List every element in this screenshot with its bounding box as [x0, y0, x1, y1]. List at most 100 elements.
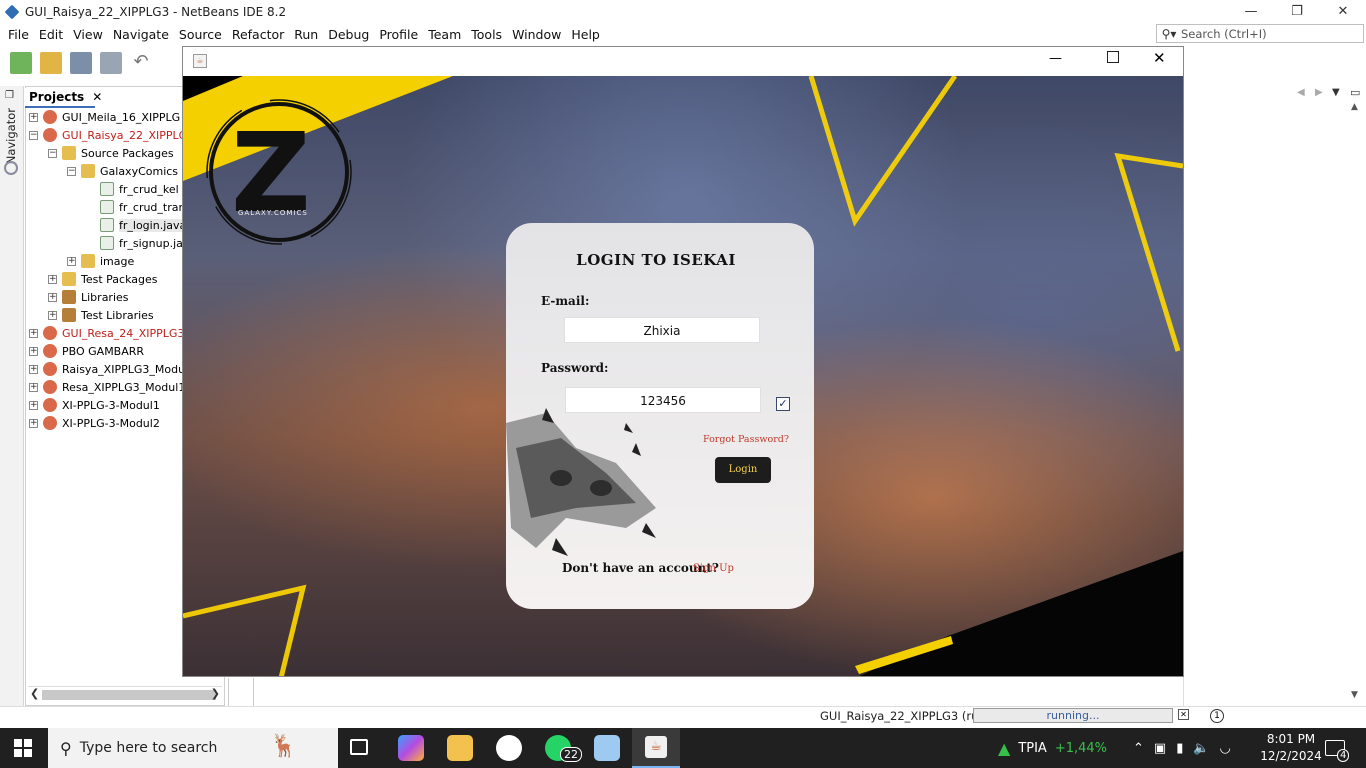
vscroll-up-icon[interactable]: ▲	[1351, 102, 1358, 112]
login-maximize-button[interactable]	[1107, 51, 1119, 63]
wifi-icon[interactable]: ◡	[1220, 741, 1231, 756]
meet-now-icon[interactable]: ▣	[1154, 741, 1166, 756]
menu-team[interactable]: Team	[423, 27, 466, 42]
menu-profile[interactable]: Profile	[374, 27, 423, 42]
navigator-tab[interactable]: Navigator	[4, 108, 18, 164]
tree-item[interactable]: − GUI_Raisya_22_XIPPLG	[29, 126, 187, 144]
tree-item[interactable]: − Source Packages	[48, 144, 174, 162]
task-view-icon[interactable]	[350, 739, 368, 755]
tree-item[interactable]: + Raisya_XIPPLG3_Modul	[29, 360, 188, 378]
menu-debug[interactable]: Debug	[323, 27, 374, 42]
taskbar-search-input[interactable]: ⚲ Type here to search 🦌	[48, 728, 338, 768]
tree-item[interactable]: + image	[67, 252, 134, 270]
whatsapp-icon[interactable]	[496, 735, 522, 761]
expand-toggle-icon[interactable]: +	[48, 274, 57, 284]
login-close-button[interactable]: ✕	[1153, 49, 1166, 67]
tree-item[interactable]: − GalaxyComics	[67, 162, 178, 180]
signup-link[interactable]: Sign Up	[693, 563, 734, 574]
menu-view[interactable]: View	[68, 27, 108, 42]
email-field[interactable]: Zhixia	[564, 317, 760, 343]
tab-scroll-left-icon[interactable]: ◀	[1297, 87, 1305, 98]
expand-toggle-icon[interactable]: +	[48, 310, 57, 320]
restore-window-icon[interactable]: ❐	[5, 90, 14, 101]
scroll-left-icon[interactable]: ❮	[30, 687, 39, 700]
expand-toggle-icon[interactable]: +	[67, 256, 76, 266]
ide-restore-button[interactable]: ❐	[1274, 0, 1320, 23]
tree-item[interactable]: + GUI_Resa_24_XIPPLG3	[29, 324, 184, 342]
login-button[interactable]: Login	[715, 457, 771, 483]
menu-window[interactable]: Window	[507, 27, 566, 42]
scroll-right-icon[interactable]: ❯	[211, 687, 220, 700]
menu-file[interactable]: File	[3, 27, 34, 42]
tab-scroll-right-icon[interactable]: ▶	[1315, 87, 1323, 98]
menu-help[interactable]: Help	[566, 27, 605, 42]
tree-item-label: fr_login.java	[119, 218, 187, 232]
forgot-password-link[interactable]: Forgot Password?	[703, 434, 789, 445]
tree-item[interactable]: + Libraries	[48, 288, 129, 306]
cancel-progress-icon[interactable]: ✕	[1178, 709, 1189, 720]
menu-refactor[interactable]: Refactor	[227, 27, 289, 42]
tree-item[interactable]: + PBO GAMBARR	[29, 342, 144, 360]
clock[interactable]: 8:01 PM 12/2/2024	[1258, 731, 1324, 765]
menu-source[interactable]: Source	[174, 27, 227, 42]
expand-toggle-icon[interactable]: −	[29, 130, 38, 140]
menu-tools[interactable]: Tools	[466, 27, 507, 42]
open-project-icon[interactable]	[70, 52, 92, 74]
vscroll-down-icon[interactable]: ▼	[1351, 690, 1358, 700]
expand-toggle-icon[interactable]: +	[29, 328, 38, 338]
expand-toggle-icon[interactable]: +	[29, 112, 38, 122]
show-password-checkbox[interactable]: ✓	[776, 397, 790, 411]
tab-list-icon[interactable]: ▼	[1332, 87, 1340, 98]
horizontal-scrollbar[interactable]: ❮ ❯	[28, 686, 222, 702]
ide-search-input[interactable]: ⚲▾ Search (Ctrl+I)	[1156, 24, 1364, 43]
projects-tab-label: Projects	[29, 90, 85, 104]
ide-close-button[interactable]: ✕	[1320, 0, 1366, 23]
expand-toggle-icon[interactable]: −	[48, 148, 57, 158]
menu-edit[interactable]: Edit	[34, 27, 68, 42]
tree-item[interactable]: fr_crud_tran	[86, 198, 185, 216]
tree-item[interactable]: + XI-PPLG-3-Modul1	[29, 396, 160, 414]
battery-icon[interactable]: ▮	[1176, 741, 1183, 756]
java-app-taskbar-item[interactable]: ☕	[632, 728, 680, 768]
tree-item[interactable]: + Test Packages	[48, 270, 157, 288]
tree-item[interactable]: + XI-PPLG-3-Modul2	[29, 414, 160, 432]
expand-toggle-icon[interactable]: −	[67, 166, 76, 176]
projects-tab[interactable]: Projects ✕	[25, 88, 102, 108]
search-icon: ⚲	[60, 738, 72, 758]
file-explorer-icon[interactable]	[447, 735, 473, 761]
copilot-icon[interactable]	[398, 735, 424, 761]
tree-item[interactable]: + GUI_Meila_16_XIPPLG 3	[29, 108, 191, 126]
maximize-panel-icon[interactable]: ▭	[1350, 86, 1360, 99]
volume-icon[interactable]: 🔈	[1193, 741, 1209, 756]
expand-toggle-icon[interactable]: +	[29, 400, 38, 410]
expand-toggle-icon[interactable]: +	[29, 346, 38, 356]
expand-toggle-icon[interactable]: +	[48, 292, 57, 302]
clock-date: 12/2/2024	[1260, 749, 1322, 763]
expand-toggle-icon[interactable]: +	[29, 382, 38, 392]
tree-item[interactable]: + Resa_XIPPLG3_Modul1	[29, 378, 185, 396]
package-folder-icon	[62, 146, 76, 160]
new-file-icon[interactable]	[10, 52, 32, 74]
undo-icon[interactable]: ↶	[130, 52, 152, 74]
menu-run[interactable]: Run	[289, 27, 323, 42]
notifications-icon[interactable]: 1	[1210, 709, 1224, 723]
tree-item[interactable]: + Test Libraries	[48, 306, 154, 324]
stock-widget[interactable]: ▲ TPIA +1,44%	[998, 728, 1107, 768]
tree-item[interactable]: fr_crud_kel	[86, 180, 179, 198]
close-icon[interactable]: ✕	[92, 90, 102, 104]
ide-minimize-button[interactable]: —	[1228, 0, 1274, 23]
menu-navigate[interactable]: Navigate	[108, 27, 174, 42]
windows-start-icon[interactable]	[14, 739, 32, 757]
expand-toggle-icon[interactable]: +	[29, 364, 38, 374]
tree-item[interactable]: fr_signup.ja	[86, 234, 183, 252]
scrollbar-thumb[interactable]	[42, 690, 216, 700]
tree-item-label: Source Packages	[81, 146, 174, 160]
tree-item[interactable]: fr_login.java	[86, 216, 187, 234]
chevron-up-icon[interactable]: ⌃	[1133, 741, 1144, 756]
new-project-icon[interactable]	[40, 52, 62, 74]
virtualbox-icon[interactable]	[594, 735, 620, 761]
login-minimize-button[interactable]: —	[1049, 51, 1062, 66]
moose-search-highlight-icon: 🦌	[270, 734, 298, 759]
expand-toggle-icon[interactable]: +	[29, 418, 38, 428]
save-all-icon[interactable]	[100, 52, 122, 74]
